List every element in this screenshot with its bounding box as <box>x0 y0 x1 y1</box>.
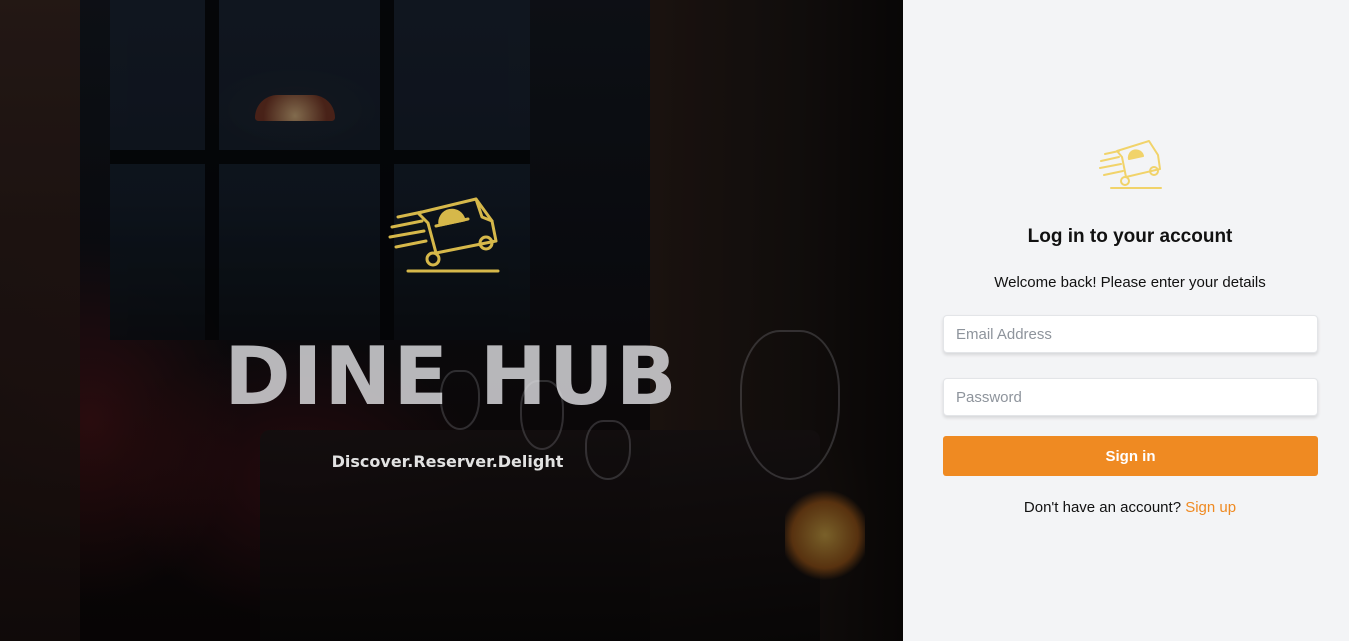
delivery-truck-icon <box>1099 140 1162 189</box>
login-title: Log in to your account <box>1027 226 1233 247</box>
password-field[interactable] <box>943 378 1318 416</box>
signup-prompt-line: Don't have an account? Sign up <box>903 499 1349 516</box>
sign-in-button[interactable]: Sign in <box>943 436 1318 476</box>
delivery-truck-icon <box>388 197 500 273</box>
login-panel: Log in to your account Welcome back! Ple… <box>903 0 1349 641</box>
sign-up-link[interactable]: Sign up <box>1185 499 1236 516</box>
email-field[interactable] <box>943 315 1318 353</box>
brand-tagline: Discover.Reserver.Delight <box>331 452 564 471</box>
brand-title: DINE HUB <box>224 330 679 423</box>
signup-prompt-text: Don't have an account? <box>1023 499 1182 516</box>
login-subtitle: Welcome back! Please enter your details <box>994 274 1266 291</box>
hero-section: DINE HUB Discover.Reserver.Delight <box>0 0 903 641</box>
